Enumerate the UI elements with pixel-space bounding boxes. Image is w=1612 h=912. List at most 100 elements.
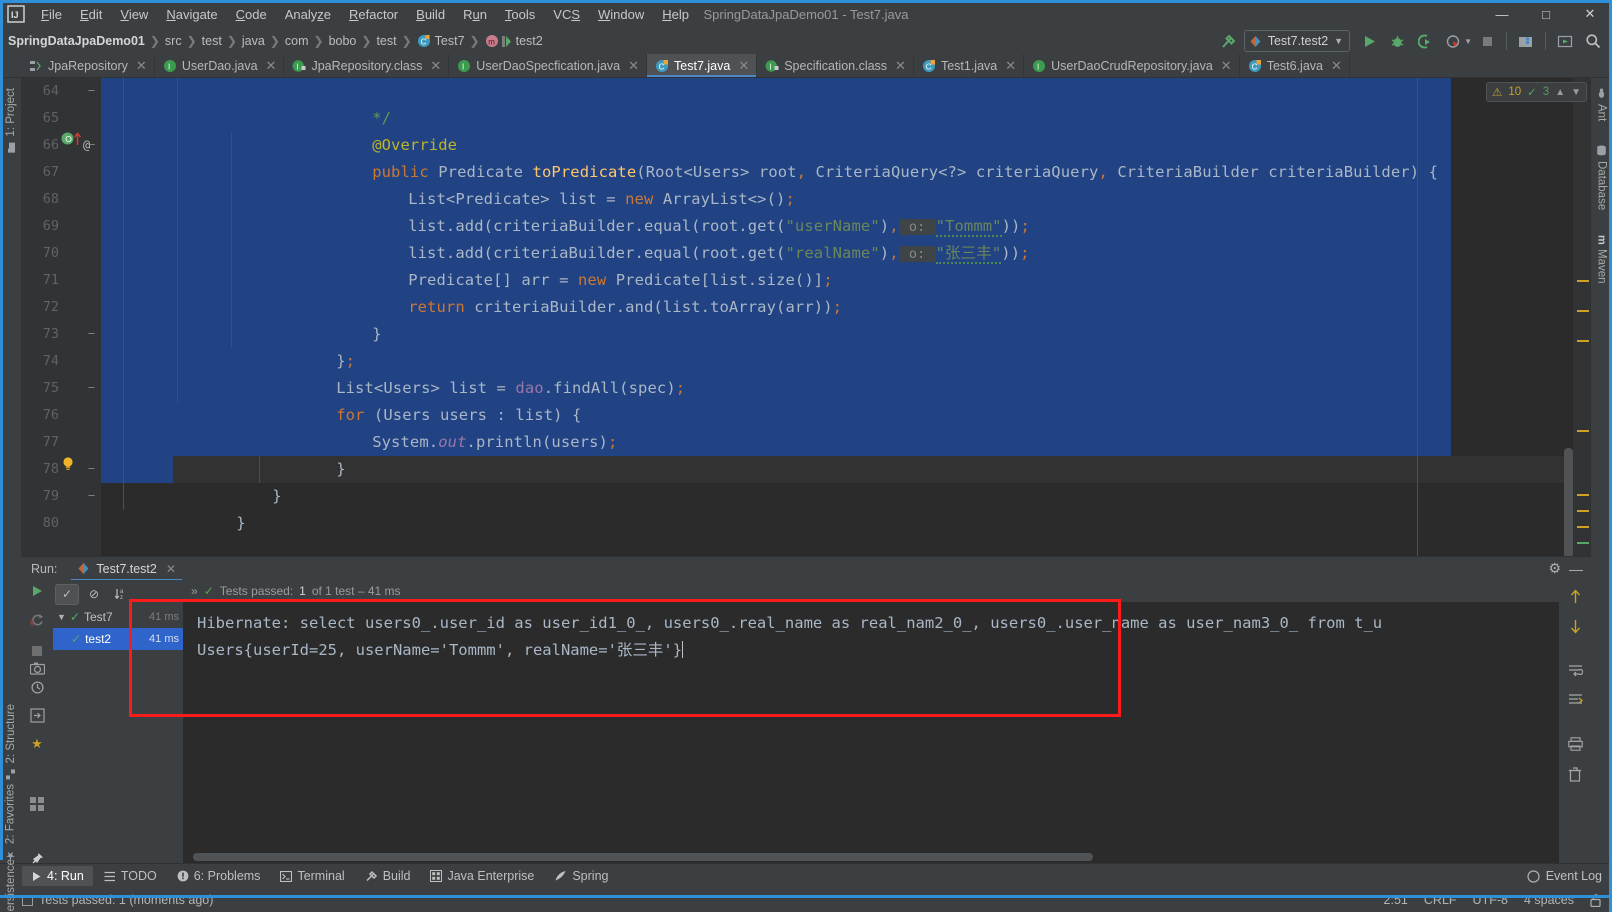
search-everywhere-button[interactable] [1580, 30, 1606, 52]
console-output[interactable]: Hibernate: select users0_.user_id as use… [183, 602, 1559, 863]
editor-tab-jparepository-class[interactable]: I JpaRepository.class ✕ [284, 54, 450, 77]
export-button[interactable] [25, 708, 49, 723]
show-passed-toggle[interactable]: ✓ [55, 583, 79, 605]
fold-marker[interactable]: ─ [86, 321, 97, 348]
chevron-down-icon[interactable]: ▼ [1571, 87, 1581, 98]
sidebar-item-structure[interactable]: 2: Structure [5, 698, 17, 785]
error-stripe-mark[interactable] [1577, 494, 1589, 496]
menu-file[interactable]: File [32, 3, 71, 26]
close-icon[interactable]: ✕ [1005, 58, 1016, 74]
breadcrumb-test-pkg[interactable]: test [376, 34, 396, 48]
breadcrumb-bobo[interactable]: bobo [329, 34, 357, 48]
editor-vertical-scrollbar[interactable] [1564, 448, 1573, 556]
close-icon[interactable]: ✕ [266, 58, 277, 74]
profile-button[interactable] [1440, 30, 1466, 52]
editor-tab-test7-java[interactable]: C Test7.java ✕ [647, 54, 758, 77]
editor-tab-test1-java[interactable]: C Test1.java ✕ [914, 54, 1025, 77]
bottom-tool-problems[interactable]: 6: Problems [168, 866, 270, 886]
camera-button[interactable] [25, 662, 49, 675]
build-hammer-icon[interactable] [1216, 30, 1242, 52]
close-icon[interactable]: ✕ [1221, 58, 1232, 74]
bottom-tool-spring[interactable]: Spring [545, 866, 617, 886]
error-stripe-mark[interactable] [1577, 526, 1589, 528]
hide-panel-icon[interactable]: — [1569, 561, 1583, 577]
stop-button[interactable] [25, 645, 49, 657]
test-console[interactable]: » ✓ Tests passed: 1 of 1 test – 41 ms Hi… [183, 580, 1559, 863]
close-icon[interactable]: ✕ [430, 58, 441, 74]
sidebar-item-maven[interactable]: m Maven [1596, 229, 1608, 290]
test-tree-row-test2[interactable]: ✓ test2 41 ms [53, 628, 183, 650]
event-log-button[interactable]: Event Log [1546, 869, 1602, 883]
run-configuration-selector[interactable]: Test7.test2 ▼ [1243, 30, 1351, 52]
console-horizontal-scrollbar[interactable] [193, 853, 1093, 861]
error-stripe-mark[interactable] [1577, 340, 1589, 342]
soft-wrap-button[interactable] [1564, 660, 1586, 680]
breadcrumb-project[interactable]: SpringDataJpaDemo01 [8, 34, 145, 48]
menu-analyze[interactable]: Analyze [276, 3, 340, 26]
code-text-area[interactable]: */ @Override public Predicate toPredicat… [101, 78, 1573, 556]
error-stripe-mark[interactable] [1577, 542, 1589, 544]
breadcrumb-method-test2[interactable]: m test2 [485, 34, 543, 48]
editor-tab-test6-java[interactable]: C Test6.java ✕ [1240, 54, 1350, 77]
menu-build[interactable]: Build [407, 3, 454, 26]
scroll-down-button[interactable] [1564, 616, 1586, 636]
pin-button[interactable] [25, 852, 49, 866]
chevron-up-icon[interactable]: ▲ [1555, 87, 1565, 98]
fold-marker[interactable]: ─ [86, 456, 97, 483]
project-structure-button[interactable] [1513, 30, 1539, 52]
menu-run[interactable]: Run [454, 3, 496, 26]
run-with-coverage-button[interactable] [1412, 30, 1438, 52]
menu-navigate[interactable]: Navigate [157, 3, 226, 26]
menu-edit[interactable]: Edit [71, 3, 111, 26]
menu-tools[interactable]: Tools [496, 3, 544, 26]
close-icon[interactable]: ✕ [1331, 58, 1342, 74]
sidebar-item-project[interactable]: 1: Project [5, 82, 17, 160]
scroll-up-button[interactable] [1564, 586, 1586, 606]
sort-alphabetically-toggle[interactable]: az [109, 584, 133, 605]
fold-marker[interactable]: ─ [86, 483, 97, 510]
editor-tab-jparepository[interactable]: JpaRepository ✕ [21, 54, 155, 77]
breadcrumb-test[interactable]: test [202, 34, 222, 48]
test-results-tree[interactable]: ✓ ⊘ az ▼ ✓ Test7 41 ms ✓ test2 41 ms [53, 580, 183, 863]
bottom-tool-terminal[interactable]: Terminal [271, 866, 353, 886]
star-icon[interactable]: ★ [25, 736, 49, 752]
overriding-method-arrow-icon[interactable] [73, 132, 82, 159]
sidebar-item-persistence[interactable]: Persistence [5, 853, 17, 912]
breadcrumb-src[interactable]: src [165, 34, 182, 48]
sidebar-item-ant[interactable]: Ant [1596, 82, 1608, 127]
bottom-tool-java-enterprise[interactable]: Java Enterprise [421, 866, 543, 886]
collapse-icon[interactable]: » [191, 584, 198, 598]
run-tab-test7-test2[interactable]: Test7.test2 ✕ [71, 557, 182, 581]
intention-bulb-icon[interactable] [61, 456, 75, 483]
error-stripe-gutter[interactable]: ⚠ 10 ✓ 3 ▲ ▼ [1486, 78, 1591, 556]
fold-marker[interactable]: ─ [86, 78, 97, 105]
print-button[interactable] [1564, 734, 1586, 754]
updates-button[interactable] [1552, 30, 1578, 52]
rerun-button[interactable] [25, 584, 49, 598]
menu-help[interactable]: Help [653, 3, 698, 26]
editor-tab-userdaospecfication-java[interactable]: I UserDaoSpecfication.java ✕ [449, 54, 648, 77]
breadcrumb-class-test7[interactable]: C Test7 [417, 34, 465, 48]
hide-ignored-toggle[interactable]: ⊘ [82, 584, 106, 605]
grid-icon[interactable] [25, 797, 49, 811]
bottom-tool-build[interactable]: Build [356, 866, 420, 886]
close-icon[interactable]: ✕ [738, 58, 749, 74]
menu-code[interactable]: Code [227, 3, 276, 26]
error-stripe-mark[interactable] [1577, 310, 1589, 312]
clear-all-button[interactable] [1564, 764, 1586, 784]
profile-dropdown-icon[interactable]: ▼ [1464, 37, 1472, 46]
close-icon[interactable]: ✕ [136, 58, 147, 74]
close-icon[interactable]: ✕ [895, 58, 906, 74]
fold-marker[interactable]: ─ [86, 375, 97, 402]
maximize-button[interactable]: □ [1524, 0, 1568, 28]
menu-view[interactable]: View [111, 3, 157, 26]
editor-tab-specification-class[interactable]: I Specification.class ✕ [757, 54, 914, 77]
close-icon[interactable]: ✕ [628, 58, 639, 74]
fold-marker[interactable]: ─ [86, 132, 97, 159]
rerun-failed-tests-button[interactable]: 9 [25, 613, 49, 628]
breadcrumb-java[interactable]: java [242, 34, 265, 48]
chevron-down-icon[interactable]: ▼ [57, 612, 66, 622]
test-tree-row-test7[interactable]: ▼ ✓ Test7 41 ms [53, 606, 183, 628]
error-stripe-mark[interactable] [1577, 280, 1589, 282]
debug-button[interactable] [1384, 30, 1410, 52]
